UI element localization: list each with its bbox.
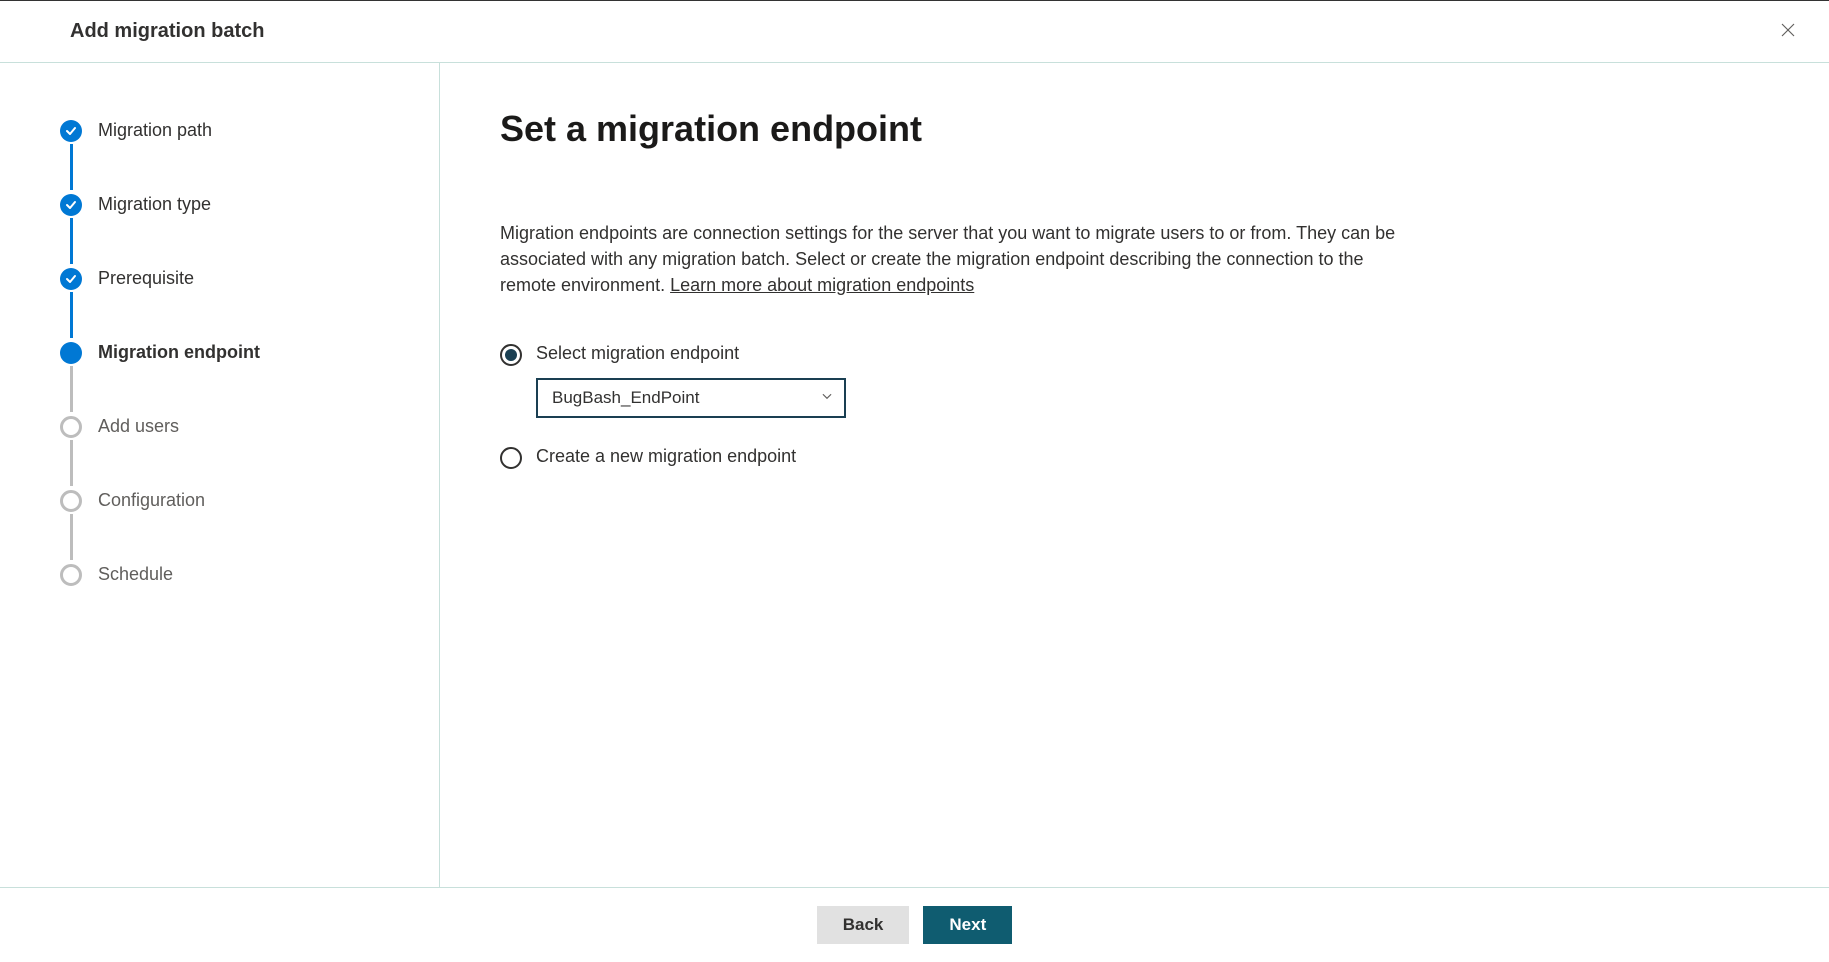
endpoint-radio-group: Select migration endpoint BugBash_EndPoi…	[500, 343, 1739, 469]
step-prerequisite[interactable]: Prerequisite	[60, 266, 439, 340]
check-icon	[60, 194, 82, 216]
dropdown-value: BugBash_EndPoint	[552, 388, 699, 408]
header: Add migration batch	[0, 1, 1829, 63]
step-connector	[70, 292, 73, 338]
radio-input-selected[interactable]	[500, 344, 522, 366]
radio-label: Create a new migration endpoint	[536, 446, 796, 467]
step-add-users[interactable]: Add users	[60, 414, 439, 488]
radio-input-unselected[interactable]	[500, 447, 522, 469]
step-connector	[70, 144, 73, 190]
todo-step-icon	[60, 564, 82, 586]
todo-step-icon	[60, 416, 82, 438]
learn-more-link[interactable]: Learn more about migration endpoints	[670, 275, 974, 295]
section-title: Set a migration endpoint	[500, 108, 1739, 150]
step-schedule[interactable]: Schedule	[60, 562, 439, 586]
wizard-stepper: Migration path Migration type Prerequisi…	[0, 63, 440, 887]
step-configuration[interactable]: Configuration	[60, 488, 439, 562]
step-migration-path[interactable]: Migration path	[60, 118, 439, 192]
close-icon	[1779, 21, 1797, 42]
step-label: Migration endpoint	[98, 342, 260, 362]
radio-option-select-endpoint[interactable]: Select migration endpoint BugBash_EndPoi…	[500, 343, 1739, 418]
footer: Back Next	[0, 887, 1829, 962]
chevron-down-icon	[820, 389, 834, 408]
step-connector	[70, 514, 73, 560]
step-connector	[70, 218, 73, 264]
page-title: Add migration batch	[70, 20, 264, 43]
step-label: Prerequisite	[98, 268, 194, 288]
step-label: Add users	[98, 416, 179, 436]
current-step-icon	[60, 342, 82, 364]
step-label: Migration type	[98, 194, 211, 214]
section-description: Migration endpoints are connection setti…	[500, 220, 1420, 298]
step-label: Configuration	[98, 490, 205, 510]
step-label: Migration path	[98, 120, 212, 140]
todo-step-icon	[60, 490, 82, 512]
step-connector	[70, 440, 73, 486]
close-button[interactable]	[1775, 17, 1801, 46]
next-button[interactable]: Next	[923, 906, 1012, 944]
radio-label: Select migration endpoint	[536, 343, 846, 364]
check-icon	[60, 120, 82, 142]
step-label: Schedule	[98, 564, 173, 584]
body: Migration path Migration type Prerequisi…	[0, 63, 1829, 887]
back-button[interactable]: Back	[817, 906, 910, 944]
step-connector	[70, 366, 73, 412]
endpoint-dropdown[interactable]: BugBash_EndPoint	[536, 378, 846, 418]
radio-option-create-endpoint[interactable]: Create a new migration endpoint	[500, 446, 1739, 469]
check-icon	[60, 268, 82, 290]
step-migration-endpoint[interactable]: Migration endpoint	[60, 340, 439, 414]
step-migration-type[interactable]: Migration type	[60, 192, 439, 266]
main-content: Set a migration endpoint Migration endpo…	[440, 63, 1829, 887]
